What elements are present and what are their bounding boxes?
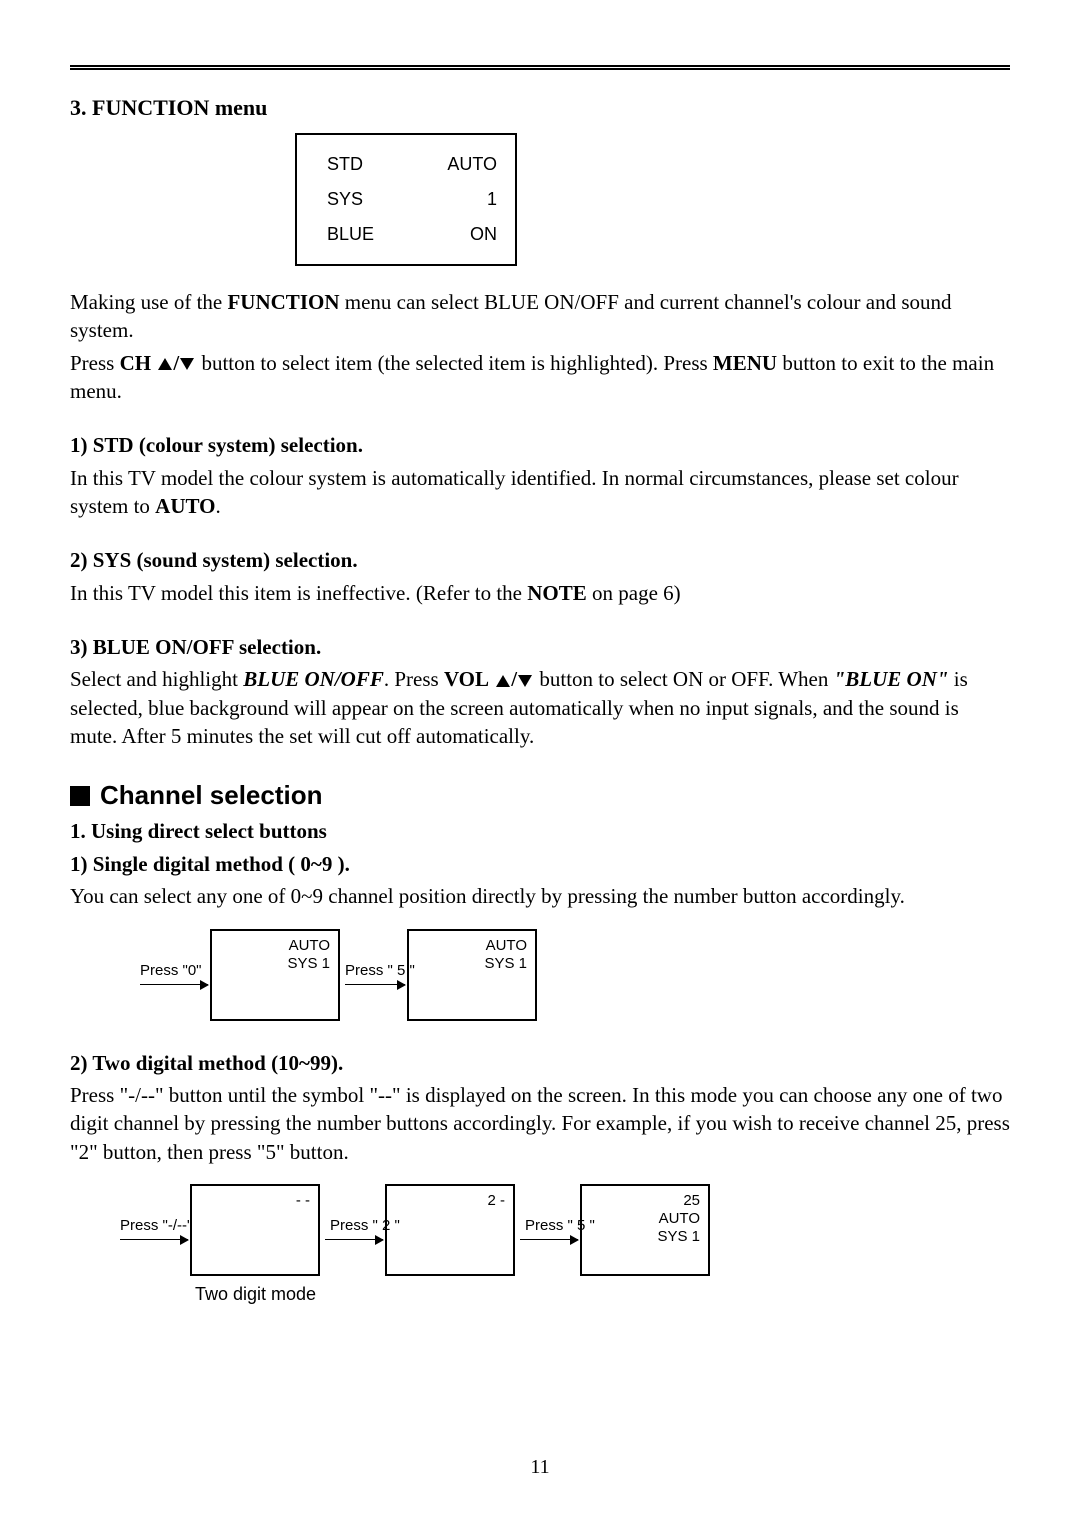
- label-press-5: Press " 5 ": [345, 962, 415, 979]
- triangle-down-icon: [518, 675, 532, 687]
- heading-sys: 2) SYS (sound system) selection.: [70, 546, 1010, 574]
- paragraph-single-digital: You can select any one of 0~9 channel po…: [70, 882, 1010, 910]
- label-press-dash: Press "-/--": [120, 1217, 192, 1234]
- bold-note: NOTE: [527, 581, 587, 605]
- top-rule: [70, 65, 1010, 70]
- arrow-icon: [140, 984, 208, 985]
- screen-result-25: 25 AUTO SYS 1: [580, 1184, 710, 1276]
- heading-channel-selection: Channel selection: [70, 780, 1010, 811]
- menu-label: BLUE: [327, 224, 374, 245]
- heading-blue: 3) BLUE ON/OFF selection.: [70, 633, 1010, 661]
- screen-two-digit-mode: - -: [190, 1184, 320, 1276]
- paragraph-two-digital: Press "-/--" button until the symbol "--…: [70, 1081, 1010, 1166]
- paragraph-sys: In this TV model this item is ineffectiv…: [70, 579, 1010, 607]
- menu-value: 1: [487, 189, 497, 210]
- screen-result-5: AUTO SYS 1: [407, 929, 537, 1021]
- paragraph-std: In this TV model the colour system is au…: [70, 464, 1010, 521]
- paragraph-press-ch: Press CH / button to select item (the se…: [70, 349, 1010, 406]
- bolditalic-blue-on: "BLUE ON": [834, 667, 949, 691]
- heading-function-menu: 3. FUNCTION menu: [70, 95, 1010, 121]
- arrow-icon: [120, 1239, 188, 1240]
- function-menu-screen: STD AUTO SYS 1 BLUE ON: [295, 133, 517, 266]
- arrow-icon: [345, 984, 405, 985]
- menu-label: SYS: [327, 189, 363, 210]
- screen-after-2: 2 -: [385, 1184, 515, 1276]
- arrow-icon: [520, 1239, 578, 1240]
- paragraph-intro: Making use of the FUNCTION menu can sele…: [70, 288, 1010, 345]
- paragraph-blue: Select and highlight BLUE ON/OFF. Press …: [70, 665, 1010, 750]
- diagram-two-digit: Press "-/--" - - Press " 2 " 2 - Press "…: [70, 1184, 1010, 1324]
- arrow-icon: [325, 1239, 383, 1240]
- black-square-icon: [70, 786, 90, 806]
- heading-two-digital: 2) Two digital method (10~99).: [70, 1049, 1010, 1077]
- bold-auto: AUTO: [155, 494, 215, 518]
- bold-vol: VOL: [444, 667, 489, 691]
- bold-ch: CH: [120, 351, 152, 375]
- caption-two-digit: Two digit mode: [195, 1284, 316, 1305]
- screen-result-0: AUTO SYS 1: [210, 929, 340, 1021]
- diagram-single-digit: Press "0" AUTO SYS 1 Press " 5 " AUTO SY…: [70, 929, 1010, 1039]
- heading-single-digital: 1) Single digital method ( 0~9 ).: [70, 850, 1010, 878]
- page-number: 11: [0, 1456, 1080, 1479]
- menu-label: STD: [327, 154, 363, 175]
- triangle-up-icon: [158, 358, 172, 370]
- menu-row-std: STD AUTO: [327, 147, 497, 182]
- menu-value: ON: [470, 224, 497, 245]
- triangle-down-icon: [180, 358, 194, 370]
- menu-row-sys: SYS 1: [327, 182, 497, 217]
- bolditalic-blue-onoff: BLUE ON/OFF: [243, 667, 384, 691]
- label-press-0: Press "0": [140, 962, 202, 979]
- menu-value: AUTO: [447, 154, 497, 175]
- heading-std: 1) STD (colour system) selection.: [70, 431, 1010, 459]
- triangle-up-icon: [496, 675, 510, 687]
- menu-row-blue: BLUE ON: [327, 217, 497, 252]
- bold-menu: MENU: [713, 351, 777, 375]
- bold-function: FUNCTION: [227, 290, 339, 314]
- heading-direct-select: 1. Using direct select buttons: [70, 817, 1010, 845]
